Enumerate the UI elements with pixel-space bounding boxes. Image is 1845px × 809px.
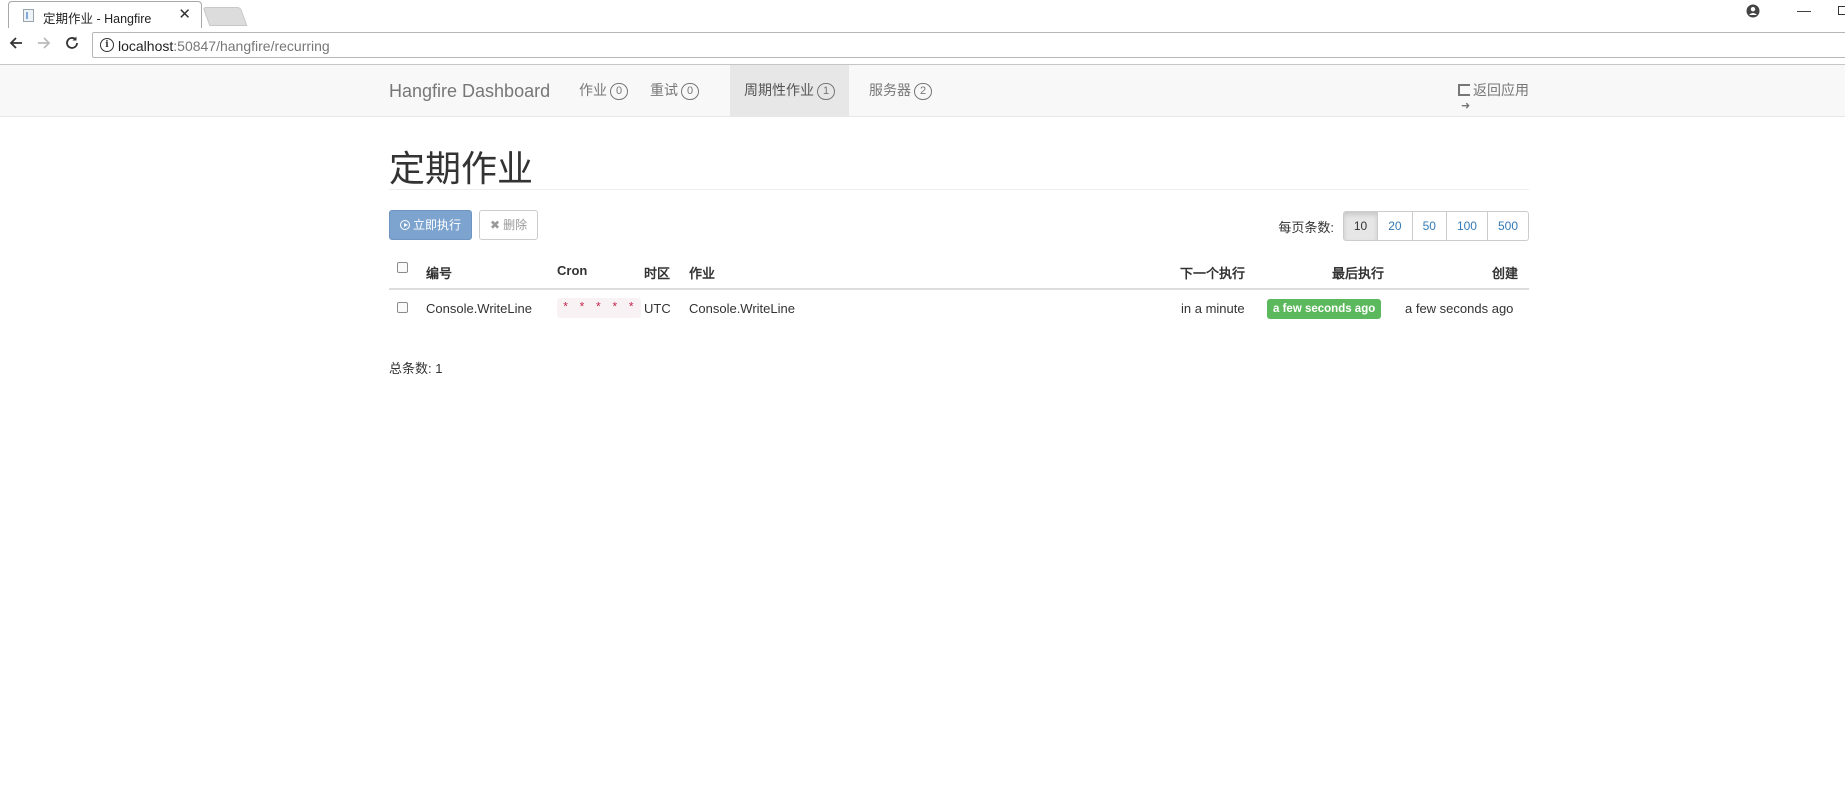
url-text[interactable]: localhost:50847/hangfire/recurring [118,38,330,54]
title-divider [389,189,1529,190]
close-tab-icon[interactable]: ✕ [178,5,191,23]
tab-title: 定期作业 - Hangfire [43,12,152,26]
per-page-option-20[interactable]: 20 [1378,211,1413,241]
back-arrow-icon[interactable] [8,34,24,56]
column-header-job[interactable]: 作业 [689,263,715,282]
per-page-option-10[interactable]: 10 [1342,211,1379,241]
job-id-link[interactable]: Console.WriteLine [426,301,532,316]
play-circle-icon [400,220,410,230]
page-favicon-icon [23,9,34,22]
job-name-cell: Console.WriteLine [689,301,795,316]
last-execution-status-badge[interactable]: a few seconds ago [1267,299,1382,319]
reload-icon[interactable] [64,34,80,56]
column-header-id[interactable]: 编号 [426,263,452,282]
column-header-created[interactable]: 创建 [1492,263,1518,282]
per-page-option-50[interactable]: 50 [1412,211,1447,241]
column-header-timezone[interactable]: 时区 [644,263,670,282]
next-execution-cell: in a minute [1181,301,1245,316]
browser-tab[interactable]: 定期作业 - Hangfire ✕ [8,1,202,28]
page-title: 定期作业 [389,148,534,189]
table-header-divider [389,288,1529,290]
column-header-next-execution[interactable]: 下一个执行 [1180,263,1245,282]
cron-expression: * * * * * [557,298,641,318]
per-page-selector: 10 20 50 100 500 [1342,211,1529,241]
per-page-option-500[interactable]: 500 [1487,211,1529,241]
remove-icon: ✖ [490,218,501,232]
trigger-now-button[interactable]: 立即执行 [389,210,473,240]
row-checkbox[interactable] [397,302,408,313]
forward-arrow-icon[interactable] [36,34,52,56]
minimize-icon[interactable]: — [1797,2,1811,18]
column-header-cron[interactable]: Cron [557,263,587,278]
select-all-checkbox[interactable] [397,262,408,273]
site-info-icon[interactable]: i [100,38,114,52]
per-page-label: 每页条数: [1278,220,1334,235]
delete-button[interactable]: ✖ 删除 [479,210,539,240]
profile-icon[interactable] [1746,4,1760,21]
per-page-option-100[interactable]: 100 [1446,211,1488,241]
main-content: 定期作业 立即执行 ✖ 删除 每页条数: 10 20 50 100 500 编号 … [389,0,1529,809]
total-count: 总条数: 1 [389,361,443,376]
maximize-icon[interactable] [1838,6,1845,15]
new-tab-button[interactable] [202,7,248,26]
timezone-cell: UTC [644,301,671,316]
column-header-last-execution[interactable]: 最后执行 [1332,263,1384,282]
created-cell: a few seconds ago [1405,301,1514,316]
